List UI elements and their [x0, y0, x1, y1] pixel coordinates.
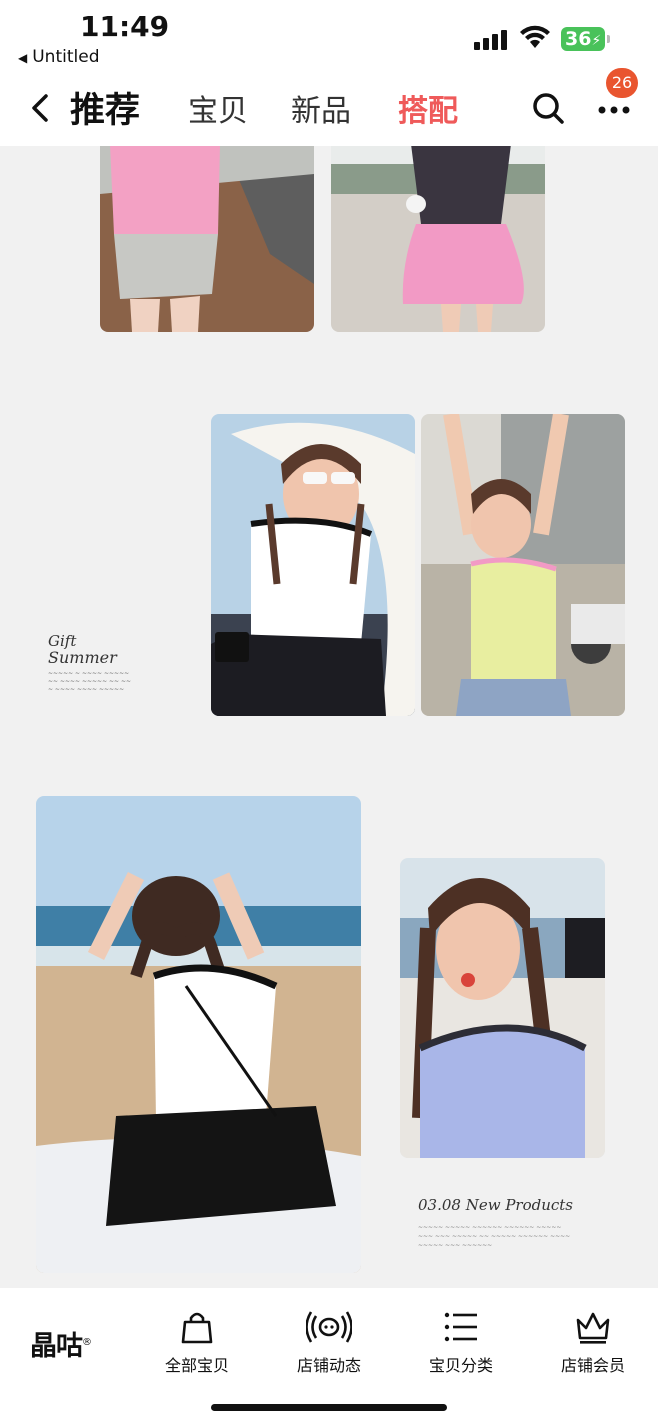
- tab-outfits[interactable]: 搭配: [398, 86, 458, 130]
- tab-membership[interactable]: 店铺会员: [538, 1308, 648, 1376]
- logo-registered-mark: ®: [82, 1337, 92, 1348]
- status-bar: 11:49 ◀ Untitled 36⚡: [0, 0, 658, 78]
- outfit-photo-white-tank[interactable]: [211, 414, 415, 716]
- gift-fine-print: ~~~~~ ~ ~~~~ ~~~~~ ~~ ~~~~ ~~~~~ ~~ ~~ ~…: [48, 670, 132, 693]
- cellular-signal-icon: [474, 28, 508, 50]
- home-indicator[interactable]: [211, 1404, 447, 1411]
- broadcast-icon: [306, 1311, 352, 1343]
- gift-summer-caption: Gift Summer ~~~~~ ~ ~~~~ ~~~~~ ~~ ~~~~ ~…: [48, 632, 131, 694]
- outfit-photo-lavender-tank[interactable]: [400, 858, 605, 1158]
- battery-icon: 36⚡: [561, 27, 610, 51]
- status-time: 11:49: [80, 10, 170, 43]
- tab-items[interactable]: 宝贝: [188, 86, 248, 130]
- back-to-app-link[interactable]: ◀ Untitled: [18, 47, 99, 67]
- tab-shop-updates-label: 店铺动态: [296, 1356, 361, 1375]
- tab-all-items[interactable]: 全部宝贝: [142, 1308, 252, 1376]
- shop-logo-text: 晶咕: [30, 1331, 83, 1362]
- shop-logo[interactable]: 晶咕®: [30, 1324, 92, 1363]
- battery-level: 36: [565, 28, 592, 50]
- tab-recommend[interactable]: 推荐: [70, 82, 140, 133]
- back-arrow-icon[interactable]: [22, 88, 62, 128]
- outfit-photo-yellow-tank[interactable]: [421, 414, 625, 716]
- outfit-feed: Gift Summer ~~~~~ ~ ~~~~ ~~~~~ ~~ ~~~~ ~…: [0, 146, 658, 1288]
- outfit-photo-pink-skirt[interactable]: [331, 146, 545, 332]
- tab-categories-label: 宝贝分类: [428, 1356, 493, 1375]
- outfit-photo-pink-top[interactable]: [100, 146, 314, 332]
- screen: 11:49 ◀ Untitled 36⚡ 推荐 宝贝 新品 搭配 26 Gift…: [0, 0, 658, 1424]
- gift-title-2: Summer: [48, 648, 117, 667]
- crown-icon: [576, 1312, 610, 1344]
- new-products-fine-print: ~~~~~ ~~~~~ ~~~~~~ ~~~~~~ ~~~~~ ~~~ ~~~ …: [418, 1224, 571, 1249]
- back-app-label: Untitled: [32, 47, 100, 67]
- shop-nav-bar: 推荐 宝贝 新品 搭配: [0, 78, 658, 146]
- tab-shop-updates[interactable]: 店铺动态: [274, 1308, 384, 1376]
- tab-new[interactable]: 新品: [291, 86, 351, 130]
- tab-categories[interactable]: 宝贝分类: [406, 1308, 516, 1376]
- tab-all-items-label: 全部宝贝: [164, 1356, 229, 1375]
- notification-badge: 26: [606, 68, 638, 98]
- list-icon: [444, 1312, 477, 1342]
- new-products-caption: 03.08 New Products: [418, 1196, 574, 1214]
- bag-icon: [181, 1312, 213, 1344]
- outfit-photo-beach[interactable]: [36, 796, 361, 1273]
- back-triangle-icon: ◀: [18, 51, 28, 65]
- search-icon[interactable]: [530, 90, 566, 126]
- tab-membership-label: 店铺会员: [560, 1356, 625, 1375]
- wifi-icon: [520, 25, 550, 48]
